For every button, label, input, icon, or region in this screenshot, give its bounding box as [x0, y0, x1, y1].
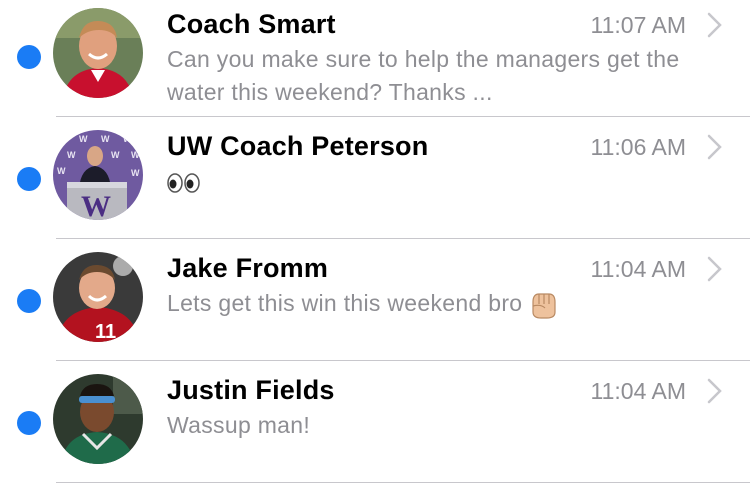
thread-row-coach-smart[interactable]: Coach Smart 11:07 AM Can you make sure t…	[0, 0, 750, 117]
svg-text:W: W	[81, 190, 111, 220]
timestamp: 11:06 AM	[590, 134, 686, 160]
avatar	[53, 8, 143, 98]
svg-text:W: W	[123, 134, 132, 144]
svg-text:W: W	[79, 134, 88, 144]
contact-name: Jake Fromm	[167, 253, 329, 283]
avatar: 11	[53, 252, 143, 342]
justin-fields-photo	[53, 374, 143, 464]
contact-name: Coach Smart	[167, 9, 336, 39]
thread-row-justin-fields[interactable]: Justin Fields 11:04 AM Wassup man!	[0, 361, 750, 483]
svg-text:11: 11	[95, 321, 116, 342]
chevron-right-icon	[707, 378, 722, 404]
svg-text:W: W	[101, 134, 110, 144]
contact-name: Justin Fields	[167, 375, 335, 405]
svg-text:W: W	[57, 166, 66, 176]
jake-fromm-photo: 11	[53, 252, 143, 342]
svg-text:W: W	[67, 150, 76, 160]
avatar: WWWW WWW WW W	[53, 130, 143, 220]
eyes-emoji-icon	[167, 173, 200, 193]
message-preview: Can you make sure to help the managers g…	[167, 46, 680, 105]
chevron-right-icon	[707, 134, 722, 160]
timestamp: 11:04 AM	[590, 378, 686, 404]
raised-fist-emoji-icon	[532, 293, 556, 319]
uw-coach-peterson-photo: WWWW WWW WW W	[53, 130, 143, 220]
coach-smart-photo	[53, 8, 143, 98]
svg-text:W: W	[59, 134, 68, 144]
unread-indicator	[17, 289, 41, 313]
chevron-right-icon	[707, 12, 722, 38]
message-preview: Wassup man!	[167, 412, 311, 438]
timestamp: 11:04 AM	[590, 256, 686, 282]
message-preview: Lets get this win this weekend bro	[167, 287, 702, 320]
chevron-right-icon	[707, 256, 722, 282]
svg-text:W: W	[111, 150, 120, 160]
timestamp: 11:07 AM	[590, 12, 686, 38]
svg-text:W: W	[131, 150, 140, 160]
row-separator	[56, 482, 750, 483]
avatar	[53, 374, 143, 464]
contact-name: UW Coach Peterson	[167, 131, 429, 161]
thread-row-uw-coach-peterson[interactable]: WWWW WWW WW W UW Coach Peterson 11:06 AM	[0, 117, 750, 239]
unread-indicator	[17, 167, 41, 191]
message-preview	[167, 165, 702, 198]
unread-indicator	[17, 411, 41, 435]
unread-indicator	[17, 45, 41, 69]
thread-row-jake-fromm[interactable]: 11 Jake Fromm 11:04 AM Lets get this win…	[0, 239, 750, 361]
svg-text:W: W	[131, 168, 140, 178]
message-thread-list: Coach Smart 11:07 AM Can you make sure t…	[0, 0, 750, 493]
